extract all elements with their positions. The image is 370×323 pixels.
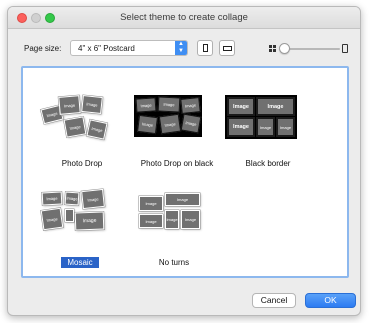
thumbnail-photo: Image	[139, 214, 163, 228]
theme-thumbnail: Image Image Image Image Image	[37, 184, 123, 248]
thumbnail-photo: Image	[137, 114, 158, 135]
theme-caption: Photo Drop	[61, 159, 103, 168]
thumbnail-photo: Image	[63, 116, 87, 138]
cancel-button[interactable]: Cancel	[252, 293, 296, 308]
theme-black-border[interactable]: Image Image Image Image Image Black bord…	[225, 85, 311, 168]
ok-button[interactable]: OK	[305, 293, 356, 308]
thumbnail-photo: Image	[256, 117, 275, 137]
thumbnail-photo: Image	[165, 193, 200, 206]
thumbnail-photo: Image	[227, 97, 255, 116]
portrait-orientation-button[interactable]	[197, 40, 213, 56]
dialog-window: Select theme to create collage Page size…	[7, 6, 361, 316]
thumbnail-photo: Image	[58, 95, 81, 115]
landscape-orientation-button[interactable]	[219, 40, 235, 56]
window-title: Select theme to create collage	[120, 12, 248, 23]
thumbnail-photo	[65, 209, 74, 222]
thumbnail-photo: Image	[40, 207, 64, 231]
thumbnail-photo: Image	[157, 96, 181, 113]
theme-caption-selected: Mosaic	[37, 257, 123, 268]
theme-thumbnail: Image Image Image Image Image	[39, 85, 125, 149]
thumbnail-photo: Image	[139, 196, 163, 211]
title-bar: Select theme to create collage	[8, 7, 360, 29]
theme-caption: No turns	[158, 258, 190, 267]
page-size-select[interactable]: 4" x 6" Postcard ▲ ▼	[70, 40, 188, 56]
single-page-large-icon	[342, 44, 348, 53]
thumbnail-photo: Image	[256, 97, 295, 116]
thumbnail-photo: Image	[276, 117, 295, 137]
thumbnail-photo: Image	[180, 113, 202, 134]
page-size-label: Page size:	[24, 44, 62, 53]
portrait-page-icon	[203, 44, 208, 52]
thumbnail-photo: Image	[181, 210, 200, 229]
zoom-slider[interactable]	[282, 48, 340, 50]
landscape-page-icon	[223, 46, 232, 51]
theme-thumbnail: Image Image Image Image Image Image	[134, 85, 220, 149]
thumbnail-photo: Image	[64, 191, 80, 206]
chevron-updown-icon: ▲ ▼	[175, 41, 187, 55]
theme-caption: Photo Drop on black	[140, 159, 214, 168]
theme-photo-drop[interactable]: Image Image Image Image Image Photo Drop	[39, 85, 125, 168]
thumbnail-photo: Image	[165, 210, 179, 229]
thumbnail-photo: Image	[158, 113, 182, 135]
thumbnail-photo: Image	[81, 188, 105, 210]
grid-small-icon	[269, 45, 276, 52]
thumbnail-photo: Image	[180, 97, 201, 114]
thumbnail-photo: Image	[135, 97, 157, 113]
theme-photo-drop-on-black[interactable]: Image Image Image Image Image Image Phot…	[134, 85, 220, 168]
thumbnail-photo: Image	[41, 191, 63, 206]
thumbnail-photo: Image	[227, 117, 255, 137]
thumbnail-photo: Image	[86, 119, 108, 140]
theme-no-turns[interactable]: Image Image Image Image Image No turns	[131, 184, 217, 267]
theme-thumbnail: Image Image Image Image Image	[131, 184, 217, 248]
thumbnail-photo: Image	[81, 95, 103, 114]
theme-gallery: Image Image Image Image Image Photo Drop…	[21, 66, 349, 278]
theme-mosaic[interactable]: Image Image Image Image Image Mosaic	[37, 184, 123, 268]
theme-thumbnail: Image Image Image Image Image	[225, 85, 311, 149]
page-size-value: 4" x 6" Postcard	[78, 44, 135, 53]
thumbnail-photo: Image	[74, 211, 105, 231]
zoom-slider-thumb[interactable]	[279, 43, 290, 54]
theme-caption: Black border	[245, 159, 291, 168]
